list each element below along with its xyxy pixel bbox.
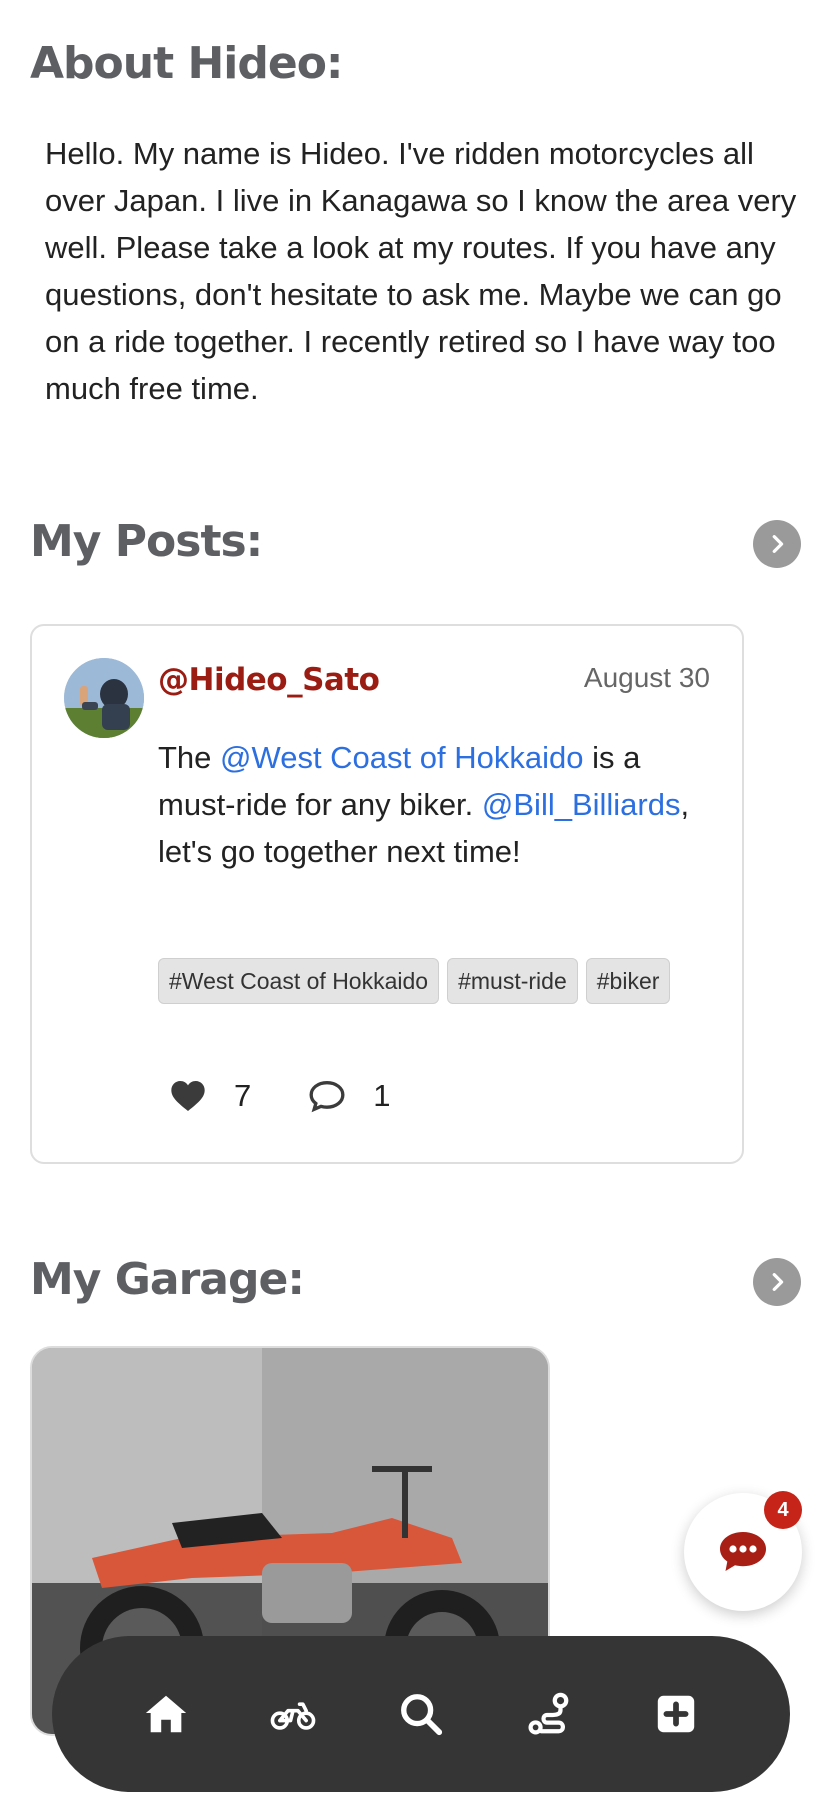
- about-text: Hello. My name is Hideo. I've ridden mot…: [45, 136, 797, 406]
- post-body: The @West Coast of Hokkaido is a must-ri…: [158, 734, 718, 875]
- bottom-nav: [52, 1636, 790, 1792]
- profile-page: About Hideo: Hello. My name is Hideo. I'…: [0, 0, 834, 1820]
- garage-more-button[interactable]: [753, 1258, 801, 1306]
- tag-list: #West Coast of Hokkaido #must-ride #bike…: [158, 958, 698, 1004]
- comment-button[interactable]: 1: [307, 1076, 391, 1116]
- chevron-right-icon: [772, 535, 784, 553]
- add-post-icon: [657, 1695, 695, 1733]
- comment-count: 1: [373, 1078, 391, 1113]
- post-text: The: [158, 740, 221, 775]
- like-button[interactable]: 7: [168, 1076, 251, 1116]
- chevron-right-icon: [772, 1273, 784, 1291]
- posts-title: My Posts:: [30, 516, 263, 567]
- motorcycle-icon: [271, 1702, 316, 1730]
- comment-icon: [309, 1080, 345, 1113]
- garage-title: My Garage:: [30, 1254, 305, 1305]
- nav-add-post[interactable]: [648, 1686, 704, 1742]
- post-card[interactable]: @Hideo_Sato August 30 The @West Coast of…: [30, 624, 744, 1164]
- like-count: 7: [234, 1078, 252, 1113]
- nav-search[interactable]: [393, 1686, 449, 1742]
- post-date: August 30: [583, 662, 710, 693]
- nav-routes[interactable]: [521, 1686, 577, 1742]
- post-username[interactable]: @Hideo_Sato: [158, 662, 380, 698]
- posts-more-button[interactable]: [753, 520, 801, 568]
- notification-badge: 4: [764, 1491, 802, 1529]
- nav-home[interactable]: [138, 1686, 194, 1742]
- tag[interactable]: #biker: [585, 958, 671, 1004]
- mention-link[interactable]: @West Coast of Hokkaido: [220, 740, 583, 775]
- avatar-image: [64, 658, 144, 738]
- heart-icon: [171, 1081, 205, 1111]
- mention-link[interactable]: @Bill_Billiards: [482, 787, 681, 822]
- home-icon: [145, 1695, 186, 1733]
- post-stats: 7 1: [168, 1076, 447, 1116]
- route-icon: [528, 1692, 568, 1735]
- about-title: About Hideo:: [30, 38, 344, 89]
- tag[interactable]: #must-ride: [447, 958, 578, 1004]
- avatar[interactable]: [64, 658, 144, 738]
- nav-garage[interactable]: [265, 1686, 321, 1742]
- search-icon: [401, 1694, 443, 1736]
- tag[interactable]: #West Coast of Hokkaido: [158, 958, 440, 1004]
- chat-bubble-icon: [720, 1532, 766, 1571]
